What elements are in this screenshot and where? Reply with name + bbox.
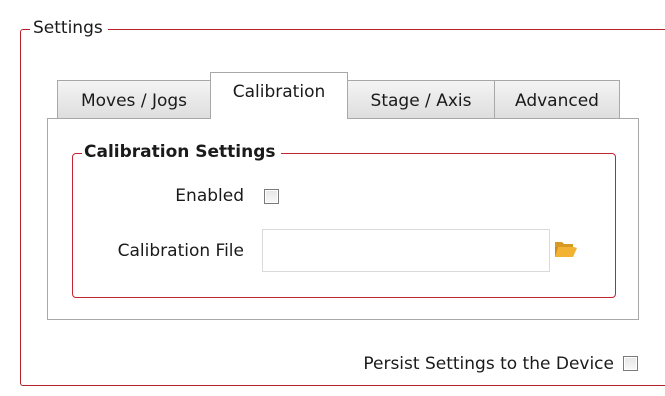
tab-calibration[interactable]: Calibration [210,72,348,119]
tab-stage-axis[interactable]: Stage / Axis [347,80,495,118]
calibration-settings-title: Calibration Settings [82,141,281,163]
tab-advanced[interactable]: Advanced [494,80,620,118]
enabled-label: Enabled [175,186,244,206]
enabled-checkbox[interactable] [264,189,279,204]
tab-moves-jogs-label: Moves / Jogs [80,91,188,111]
folder-open-icon[interactable] [553,238,579,260]
tab-stage-axis-label: Stage / Axis [370,91,472,111]
calibration-file-label: Calibration File [117,241,244,261]
calibration-file-input[interactable] [262,229,550,272]
tab-moves-jogs[interactable]: Moves / Jogs [57,80,211,118]
settings-group-title: Settings [30,17,108,39]
calibration-settings-group-box [72,153,616,298]
settings-panel: Settings Moves / Jogs Calibration Stage … [0,0,665,396]
tab-advanced-label: Advanced [515,91,599,111]
persist-settings-checkbox[interactable] [623,356,638,371]
tab-calibration-label: Calibration [232,82,326,102]
persist-settings-label: Persist Settings to the Device [363,354,614,374]
